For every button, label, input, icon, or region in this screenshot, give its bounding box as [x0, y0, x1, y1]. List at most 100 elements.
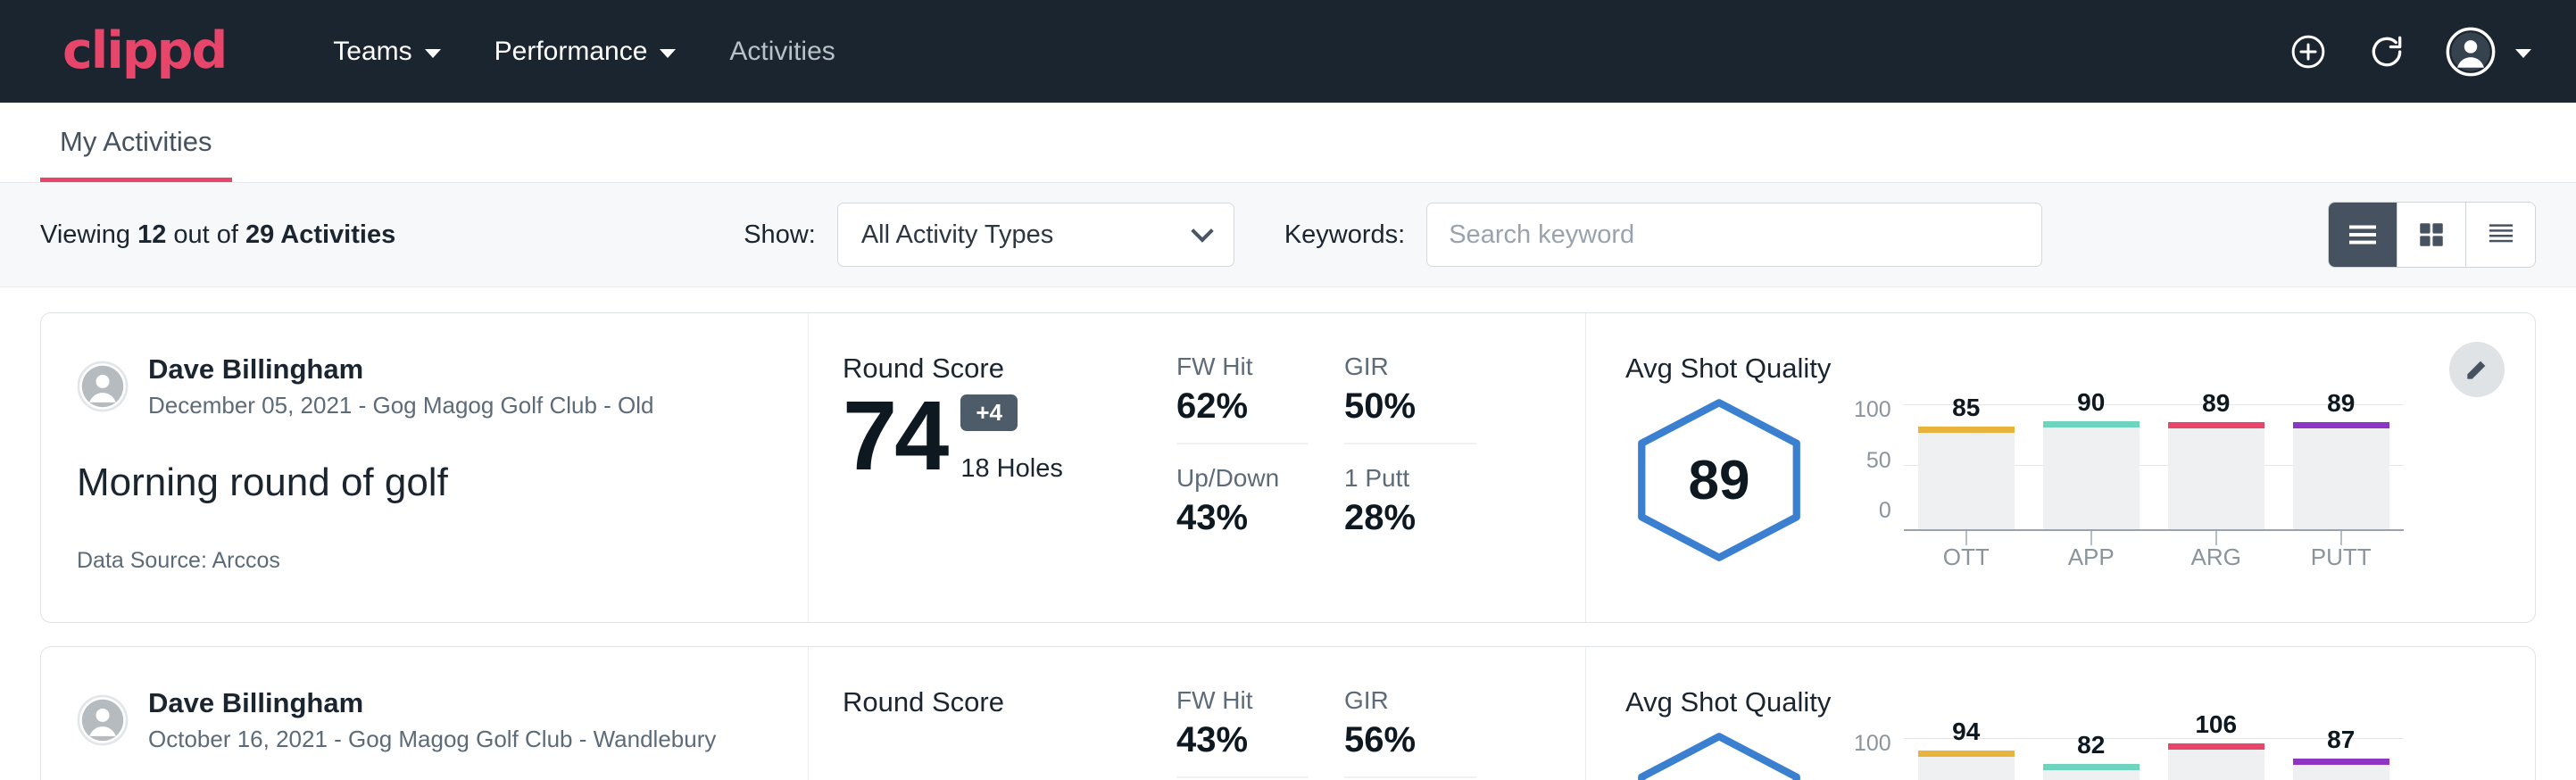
app-logo[interactable]: clippd: [62, 26, 226, 77]
activity-list: Dave Billingham December 05, 2021 - Gog …: [0, 287, 2576, 780]
chart-bar-value: 87: [2327, 726, 2355, 754]
chart-y-axis: 100 50 0: [1854, 395, 1891, 522]
x-label: ARG: [2168, 544, 2264, 571]
holes-played: 18 Holes: [960, 454, 1062, 484]
chart-y-axis: 100 50 0: [1854, 729, 1891, 780]
grid-icon: [2416, 220, 2447, 250]
stat-fw-hit: FW Hit 43%: [1176, 686, 1309, 778]
search-input[interactable]: [1449, 220, 2020, 250]
chart-bar-body: [1918, 757, 2015, 780]
activity-card[interactable]: Dave Billingham October 16, 2021 - Gog M…: [40, 646, 2536, 780]
view-mode-compact-button[interactable]: [2466, 203, 2535, 267]
y-tick: 100: [1854, 399, 1891, 421]
nav-item-activities[interactable]: Activities: [702, 28, 861, 76]
plus-circle-icon[interactable]: [2289, 32, 2328, 71]
score-differential-badge: +4: [960, 394, 1018, 431]
chart-bar: 87: [2293, 729, 2389, 780]
x-label: APP: [2043, 544, 2140, 571]
chart-bar-body: [2293, 765, 2389, 780]
activity-person: Dave Billingham October 16, 2021 - Gog M…: [77, 686, 772, 755]
activity-title: Morning round of golf: [77, 461, 772, 505]
stats-section: FW Hit 62% GIR 50% Up/Down 43% 1 Putt 28…: [1166, 313, 1585, 622]
shot-quality-chart: 100 50 0 948210687 OTT APP ARG PUT: [1854, 729, 2404, 780]
chart-bar: 106: [2168, 729, 2264, 780]
chart-bar-cap: [2168, 743, 2264, 750]
activity-card[interactable]: Dave Billingham December 05, 2021 - Gog …: [40, 312, 2536, 623]
viewing-total: 29 Activities: [245, 220, 395, 249]
stat-label: FW Hit: [1176, 353, 1309, 381]
stat-value: 50%: [1344, 386, 1476, 427]
chart-bar-cap: [2293, 759, 2389, 765]
activity-person: Dave Billingham December 05, 2021 - Gog …: [77, 353, 772, 421]
stats-section: FW Hit 43% GIR 56%: [1166, 647, 1585, 780]
refresh-icon[interactable]: [2367, 32, 2406, 71]
chart-plot-area: 948210687 OTT APP ARG PUTT: [1904, 729, 2404, 780]
list-icon: [2347, 221, 2379, 248]
x-label: PUTT: [2293, 544, 2389, 571]
chart-bar-value: 85: [1952, 394, 1980, 422]
shot-quality-hexagon: [1625, 729, 1813, 780]
chart-bar-value: 89: [2327, 389, 2355, 418]
chart-bar: 85: [1918, 395, 2015, 529]
shot-quality-chart: 100 50 0 85908989 OT: [1854, 395, 2404, 531]
person-name: Dave Billingham: [148, 686, 716, 721]
nav-item-teams[interactable]: Teams: [306, 28, 467, 76]
shot-quality-value: 89: [1689, 449, 1750, 512]
chart-bar-value: 90: [2077, 388, 2105, 417]
view-mode-grid-button[interactable]: [2397, 203, 2466, 267]
chart-bar-cap: [2043, 421, 2140, 427]
stat-gir: GIR 56%: [1344, 686, 1476, 778]
chart-bar: 82: [2043, 729, 2140, 780]
edit-activity-button[interactable]: [2449, 342, 2505, 397]
chevron-down-icon: [660, 49, 676, 58]
viewing-prefix: Viewing: [40, 220, 137, 249]
keyword-filter: Keywords:: [1284, 203, 2042, 267]
stat-value: 43%: [1176, 720, 1309, 760]
shot-quality-label: Avg Shot Quality: [1625, 353, 2535, 385]
filter-bar: Viewing 12 out of 29 Activities Show: Al…: [0, 183, 2576, 287]
keywords-label: Keywords:: [1284, 220, 1405, 250]
activity-type-select[interactable]: All Activity Types: [837, 203, 1234, 267]
search-box[interactable]: [1426, 203, 2042, 267]
stat-value: 28%: [1344, 498, 1476, 538]
x-label: OTT: [1918, 544, 2015, 571]
chart-bar-value: 82: [2077, 731, 2105, 759]
chart-bar-cap: [2168, 422, 2264, 428]
activity-info: Dave Billingham December 05, 2021 - Gog …: [41, 313, 809, 622]
tab-my-activities-label: My Activities: [60, 126, 212, 157]
round-score-value-row: 74 +4 18 Holes: [843, 390, 1166, 484]
round-score-value: 74: [843, 390, 946, 484]
stat-label: 1 Putt: [1344, 464, 1476, 493]
view-mode-list-button[interactable]: [2329, 203, 2397, 267]
stat-label: GIR: [1344, 353, 1476, 381]
shot-quality-label: Avg Shot Quality: [1625, 686, 2535, 718]
viewing-summary: Viewing 12 out of 29 Activities: [40, 220, 395, 250]
top-navigation-bar: clippd Teams Performance Activities: [0, 0, 2576, 103]
person-subtitle: December 05, 2021 - Gog Magog Golf Club …: [148, 391, 654, 421]
compact-list-icon: [2485, 220, 2517, 249]
user-menu[interactable]: [2446, 27, 2531, 77]
round-score-section: Round Score: [809, 647, 1166, 780]
chart-bars: 85908989: [1904, 395, 2404, 529]
chart-bar-cap: [2043, 764, 2140, 770]
chart-bar: 89: [2293, 395, 2389, 529]
stat-up-down: Up/Down 43%: [1176, 464, 1309, 544]
chart-bar-body: [2168, 750, 2264, 780]
tab-my-activities[interactable]: My Activities: [40, 126, 232, 182]
chevron-down-icon: [1191, 220, 1213, 242]
nav-item-teams-label: Teams: [333, 37, 411, 67]
nav-item-performance[interactable]: Performance: [468, 28, 703, 76]
chart-x-labels: OTT APP ARG PUTT: [1904, 544, 2404, 571]
person-subtitle: October 16, 2021 - Gog Magog Golf Club -…: [148, 725, 716, 755]
chart-bar-value: 106: [2195, 710, 2237, 739]
chevron-down-icon: [2515, 49, 2531, 58]
primary-nav: Teams Performance Activities: [306, 28, 861, 76]
avatar: [77, 361, 129, 412]
stat-label: FW Hit: [1176, 686, 1309, 715]
round-score-label: Round Score: [843, 686, 1166, 718]
stat-one-putt: 1 Putt 28%: [1344, 464, 1476, 544]
stat-value: 43%: [1176, 498, 1309, 538]
stat-value: 56%: [1344, 720, 1476, 760]
shot-quality-hexagon: 89: [1625, 395, 1813, 565]
chart-bar: 90: [2043, 395, 2140, 529]
